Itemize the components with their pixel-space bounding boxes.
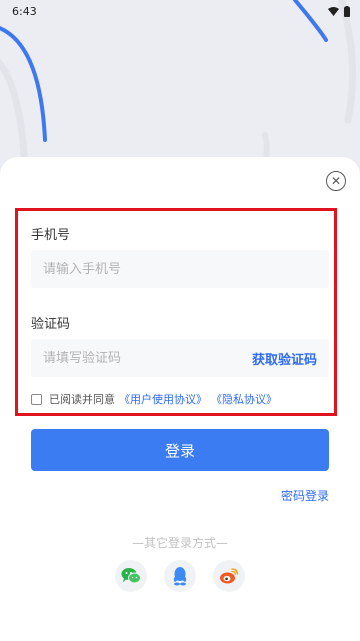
password-login-link[interactable]: 密码登录 [281, 487, 329, 504]
battery-icon [344, 5, 350, 17]
close-icon: ✕ [330, 174, 342, 188]
code-field-box: 获取验证码 [31, 339, 329, 377]
privacy-link[interactable]: 《隐私协议》 [211, 391, 277, 407]
other-login-title: —其它登录方式— [131, 536, 228, 550]
qq-login-button[interactable] [164, 560, 196, 592]
social-login-row [115, 560, 245, 592]
status-time: 6:43 [12, 4, 37, 18]
get-code-button[interactable]: 获取验证码 [252, 349, 317, 368]
qq-icon [173, 567, 187, 586]
wechat-login-button[interactable] [115, 560, 147, 592]
status-icons [328, 5, 350, 17]
code-input[interactable] [43, 350, 252, 366]
weibo-icon [220, 568, 239, 584]
login-button[interactable]: 登录 [31, 429, 329, 471]
wifi-icon [328, 6, 339, 16]
login-sheet: ✕ 手机号 验证码 获取验证码 已阅读并同意 《用户使用协议》 《隐私协议》 登… [0, 157, 360, 641]
status-bar: 6:43 [0, 0, 360, 22]
phone-label: 手机号 [31, 228, 71, 243]
user-agreement-link[interactable]: 《用户使用协议》 [119, 391, 207, 407]
phone-input[interactable] [43, 261, 317, 277]
agreement-row: 已阅读并同意 《用户使用协议》 《隐私协议》 [31, 391, 277, 407]
code-label: 验证码 [31, 317, 71, 332]
close-button[interactable]: ✕ [326, 171, 346, 191]
agreement-prefix: 已阅读并同意 [49, 393, 115, 406]
wechat-icon [121, 568, 141, 584]
phone-field-box [31, 250, 329, 288]
weibo-login-button[interactable] [213, 560, 245, 592]
agree-checkbox[interactable] [31, 393, 42, 405]
